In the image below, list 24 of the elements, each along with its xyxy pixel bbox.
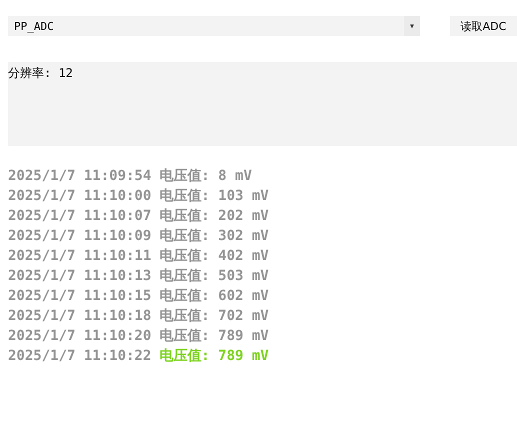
voltage-reading: 电压值: 402 mV: [159, 247, 269, 265]
voltage-reading: 电压值: 202 mV: [159, 207, 269, 225]
log-timestamp: 2025/1/7 11:10:22: [8, 348, 152, 364]
voltage-reading: 电压值: 702 mV: [159, 307, 269, 325]
log-timestamp: 2025/1/7 11:10:15: [8, 288, 152, 304]
voltage-reading: 电压值: 302 mV: [159, 227, 269, 245]
log-timestamp: 2025/1/7 11:09:54: [8, 168, 152, 184]
log-timestamp: 2025/1/7 11:10:07: [8, 208, 152, 224]
log-timestamp: 2025/1/7 11:10:00: [8, 188, 152, 204]
voltage-reading: 电压值: 503 mV: [159, 267, 269, 285]
log-timestamp: 2025/1/7 11:10:11: [8, 248, 152, 264]
dropdown-value: PP_ADC: [13, 20, 55, 32]
resolution-text: 分辨率: 12: [8, 65, 73, 82]
voltage-reading: 电压值: 103 mV: [159, 187, 269, 205]
voltage-reading: 电压值: 789 mV: [159, 347, 269, 365]
log-timestamp: 2025/1/7 11:10:18: [8, 308, 152, 324]
log-timestamp: 2025/1/7 11:10:13: [8, 268, 152, 284]
port-dropdown[interactable]: PP_ADC ▾: [8, 16, 420, 36]
voltage-reading: 电压值: 602 mV: [159, 287, 269, 305]
log-timestamp: 2025/1/7 11:10:09: [8, 228, 152, 244]
voltage-reading: 电压值: 789 mV: [159, 327, 269, 345]
log-timestamp: 2025/1/7 11:10:20: [8, 328, 152, 344]
voltage-reading: 电压值: 8 mV: [159, 167, 252, 185]
read-adc-button[interactable]: 读取ADC: [450, 16, 517, 36]
